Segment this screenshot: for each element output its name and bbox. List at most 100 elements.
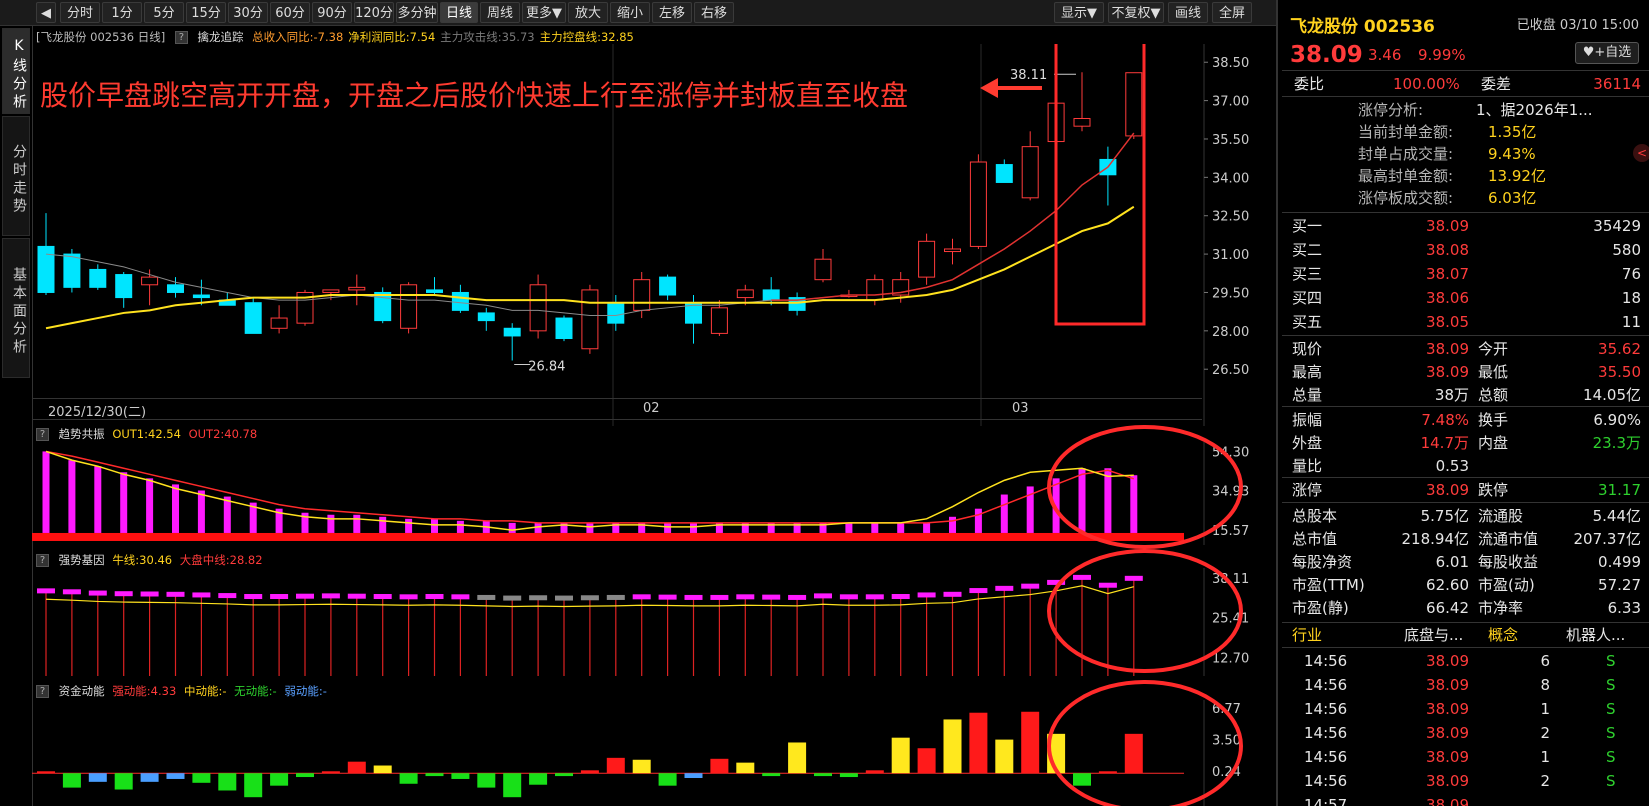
trade-tick-row: 14:56 38.09 8 S — [1278, 673, 1649, 697]
price-tick-label: 35.50 — [1212, 133, 1249, 148]
concept-value[interactable]: 机器人... — [1566, 623, 1625, 647]
industry-value[interactable]: 底盘与... — [1404, 623, 1463, 647]
price-tick-label: 37.00 — [1212, 95, 1249, 110]
momentum-bar — [166, 773, 185, 779]
bid-row[interactable]: 买四 38.06 18 — [1278, 286, 1649, 310]
panel2-title[interactable]: 强势基因 — [59, 553, 105, 567]
momentum-bar — [943, 719, 962, 774]
tick-volume: 1 — [1540, 748, 1550, 766]
capital-momentum-chart[interactable]: 6.773.500.24⚙⊗ — [32, 700, 1276, 806]
toolbar-button[interactable]: 60分 — [270, 2, 310, 23]
add-watchlist-button[interactable]: ♥+自选 — [1575, 42, 1639, 64]
toolbar-button[interactable]: 30分 — [228, 2, 268, 23]
limit-analysis-value[interactable]: 1、据2026年1... — [1476, 98, 1593, 122]
momentum-bar — [296, 773, 314, 778]
price-change: 3.46 — [1368, 46, 1402, 64]
panel1-title[interactable]: 趋势共振 — [59, 427, 105, 441]
stat-label: 市净率 — [1478, 599, 1524, 617]
toolbar-button[interactable]: 左移 — [652, 2, 692, 23]
toolbar-button[interactable]: 更多▼ — [522, 2, 566, 23]
toolbar-button[interactable]: 分时 — [60, 2, 100, 23]
gene-marker — [658, 594, 677, 600]
limit-analysis-value: 9.43% — [1488, 145, 1536, 163]
resonance-bar — [845, 522, 853, 533]
toolbar-button[interactable]: 15分 — [186, 2, 226, 23]
stat-label: 现价 — [1292, 340, 1323, 358]
limit-up-label: 涨停 — [1292, 481, 1323, 499]
panel1-header: ? 趋势共振 OUT1:42.54 OUT2:40.78 — [36, 426, 257, 442]
weicha-value: 36114 — [1593, 75, 1641, 93]
toolbar-button[interactable]: 多分钟 — [396, 2, 438, 23]
tab-kline-analysis[interactable]: K线分析 — [2, 28, 30, 114]
stat-value: 5.75亿 — [1420, 507, 1469, 525]
momentum-bar — [606, 757, 625, 774]
stat-label: 流通市值 — [1478, 530, 1539, 548]
toolbar-button[interactable]: 缩小 — [610, 2, 650, 23]
candle-body — [762, 289, 780, 301]
candle-body — [167, 284, 184, 293]
help-icon[interactable]: ? — [36, 554, 49, 567]
help-icon[interactable]: ? — [36, 685, 49, 698]
gene-marker — [321, 593, 340, 599]
candle-body — [426, 289, 443, 293]
toolbar-option-button[interactable]: 不复权▼ — [1108, 2, 1164, 23]
toolbar-button[interactable]: 90分 — [312, 2, 352, 23]
close-icon: ⊗ — [1122, 442, 1135, 444]
heart-icon: ♥ — [1582, 45, 1595, 60]
toolbar-button[interactable]: 5分 — [144, 2, 184, 23]
limit-down-value: 31.17 — [1598, 481, 1641, 499]
indicator-stat: 主力攻击线:35.73 — [440, 30, 535, 44]
gene-marker — [865, 594, 884, 600]
candle-body — [115, 274, 133, 299]
stat-label: 最高 — [1292, 363, 1323, 381]
candle-body — [607, 302, 625, 324]
panel3-weak: 弱动能:- — [284, 684, 327, 698]
stat-label: 振幅 — [1292, 411, 1323, 429]
bid-row[interactable]: 买二 38.08 580 — [1278, 238, 1649, 262]
strong-gene-chart[interactable]: 38.1125.4112.70⚙⊗ — [32, 568, 1276, 676]
panel3-none: 无动能:- — [234, 684, 277, 698]
toolbar-button[interactable]: 周线 — [480, 2, 520, 23]
momentum-bar — [503, 773, 522, 798]
panel2-header: ? 强势基因 牛线:30.46 大盘中线:28.82 — [36, 552, 263, 568]
toolbar-button[interactable]: 日线 — [440, 2, 478, 23]
toolbar-option-button[interactable]: 全屏 — [1212, 2, 1252, 23]
resonance-bar — [431, 518, 438, 533]
candle-body — [969, 161, 987, 247]
panel3-strong: 强动能:4.33 — [112, 684, 177, 698]
stat-value: 0.53 — [1435, 457, 1469, 475]
toolbar-option-button[interactable]: 画线 — [1168, 2, 1208, 23]
tick-time: 14:57 — [1304, 796, 1348, 806]
bid-row[interactable]: 买三 38.07 76 — [1278, 262, 1649, 286]
bid-row[interactable]: 买五 38.05 11 — [1278, 310, 1649, 334]
indicator-name[interactable]: 擒龙追踪 — [198, 30, 244, 44]
gene-marker — [373, 594, 392, 600]
panel3-title[interactable]: 资金动能 — [59, 684, 105, 698]
axis-label: 12.70 — [1212, 652, 1249, 667]
bid-price: 38.08 — [1426, 241, 1469, 259]
gene-marker — [684, 594, 703, 600]
help-icon[interactable]: ? — [174, 31, 188, 44]
toolbar-button[interactable]: 1分 — [102, 2, 142, 23]
toolbar-button[interactable]: 120分 — [354, 2, 394, 23]
toolbar-button[interactable]: 放大 — [568, 2, 608, 23]
concept-label[interactable]: 概念 — [1488, 623, 1518, 647]
expand-arrow-icon[interactable]: < — [1633, 144, 1649, 162]
tab-intraday-trend[interactable]: 分时走势 — [2, 116, 30, 236]
tab-fundamental-analysis[interactable]: 基本面分析 — [2, 238, 30, 378]
tick-price: 38.09 — [1426, 772, 1469, 790]
industry-label[interactable]: 行业 — [1292, 623, 1322, 647]
help-icon[interactable]: ? — [36, 428, 49, 441]
toolbar-button[interactable]: 右移 — [694, 2, 734, 23]
price-tick-label: 31.00 — [1212, 248, 1249, 263]
collapse-button[interactable]: ◀ — [36, 2, 56, 23]
gene-marker — [1047, 579, 1066, 585]
bid-row[interactable]: 买一 38.09 35429 — [1278, 214, 1649, 238]
bid-volume: 76 — [1621, 265, 1641, 283]
trend-resonance-chart[interactable]: 54.30 34.93 15.57 ⚙ ⊗ — [32, 442, 1276, 545]
stat-value: 6.90% — [1593, 411, 1641, 429]
toolbar-option-button[interactable]: 显示▼ — [1054, 2, 1104, 23]
resonance-bar — [923, 522, 931, 533]
candle-body — [659, 276, 677, 296]
resonance-bar — [223, 496, 231, 533]
